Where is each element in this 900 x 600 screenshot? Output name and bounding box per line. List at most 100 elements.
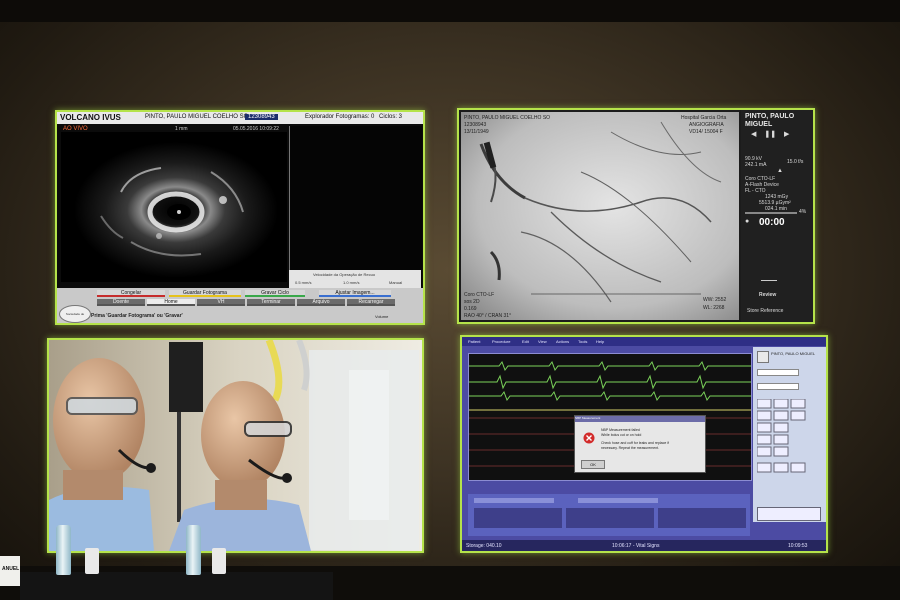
angio-overlay-value: 0.169	[464, 306, 477, 312]
angio-patient-name: PINTO, PAULO MIGUEL	[745, 113, 795, 128]
table-block-2	[566, 508, 654, 528]
angio-dose-bar	[745, 212, 797, 214]
vitals-control-grid	[756, 398, 823, 499]
vital-signs-status: 10:06:17 - Vital Signs	[612, 543, 660, 549]
vitals-setup-select[interactable]	[757, 369, 799, 376]
table-block-3	[658, 508, 746, 528]
ivus-header-bar: VOLCANO IVUS PINTO, PAULO MIGUEL COELHO …	[57, 112, 423, 124]
cup	[85, 548, 99, 574]
angio-overlay-angle: RAO 40° / CRAN 31°	[464, 313, 512, 319]
menu-edit[interactable]: Edit	[522, 339, 529, 344]
ivus-cycles: Ciclos: 3	[379, 114, 403, 120]
vitals-preview-box	[757, 507, 821, 521]
finish-button[interactable]: Terminar	[247, 299, 295, 306]
reload-button[interactable]: Recarregar	[347, 299, 395, 306]
angio-protocol-3: FL - CTO	[745, 188, 766, 194]
store-reference-button[interactable]: Store Reference	[747, 308, 783, 314]
menu-procedure[interactable]: Procedure	[492, 339, 510, 344]
angio-overlay-series: VD14/ 15004 F	[689, 129, 723, 135]
speed-option-1-0[interactable]: 1.0 mm/s	[343, 280, 359, 285]
cardiology-society-logo: Sociedade de Cardiologia	[59, 305, 91, 323]
ivus-control-bar: Congelar Guardar Fotograma Gravar Ciclo …	[57, 288, 423, 323]
review-button[interactable]: Review	[759, 292, 776, 298]
bp-field-2[interactable]	[578, 498, 658, 503]
angiogram-vessels	[461, 112, 739, 320]
vitals-patient-name: PINTO, PAULO MIGUEL	[771, 351, 816, 356]
angiogram-image: PINTO, PAULO MIGUEL COELHO SO 12308943 1…	[461, 112, 739, 320]
vitals-clock: 10:09:53	[788, 543, 808, 549]
angio-overlay-wl: WL: 2268	[703, 305, 725, 311]
angio-overlay-ww: WW: 2552	[703, 297, 727, 303]
record-cycle-button[interactable]: Gravar Ciclo	[245, 290, 305, 297]
menu-actions[interactable]: Actions	[556, 339, 569, 344]
error-icon	[583, 432, 595, 444]
nbp-dialog-line-4: necessary. Repeat the measurement.	[601, 446, 660, 450]
menu-tools[interactable]: Tools	[578, 339, 587, 344]
archive-button[interactable]: Arquivo	[297, 299, 345, 306]
ivus-volume-label: Volume	[375, 314, 389, 319]
storage-status: Storage: 040.10	[466, 543, 502, 549]
patient-avatar	[757, 351, 769, 363]
review-divider	[761, 280, 777, 281]
save-frame-button[interactable]: Guardar Fotograma	[169, 290, 241, 297]
ivus-image-view	[61, 132, 287, 282]
cath-lab-camera-panel	[47, 338, 424, 553]
ceiling	[0, 0, 900, 22]
angio-overlay-birthdate: 13/11/1949	[464, 129, 489, 135]
home-button[interactable]: Home	[147, 299, 195, 306]
speed-option-manual[interactable]: Manual	[389, 280, 402, 285]
angio-ma: 242.1 mA	[745, 162, 767, 168]
vitals-control-select[interactable]	[757, 383, 799, 390]
ivus-prompt-text: Prima 'Guardar Fotograma' ou 'Gravar'	[91, 313, 183, 319]
nbp-dialog-title: NBP Measurement	[575, 416, 705, 422]
warning-icon: ▲	[777, 168, 783, 174]
table-block-1	[474, 508, 562, 528]
nbp-dialog-line-2: While bolus cut or on hold	[601, 433, 642, 437]
ivus-pullback-speed: Velocidade da Operação de Recuo 0.5 mm/s…	[289, 270, 421, 288]
angio-overlay-modality: ANGIOGRAFIA	[689, 122, 724, 128]
menu-patient[interactable]: Patient	[468, 339, 480, 344]
water-bottle	[56, 525, 71, 575]
previous-icon[interactable]: ◀	[751, 131, 756, 138]
cath-lab-video-feed	[49, 340, 422, 551]
pause-icon[interactable]: ❚❚	[764, 131, 776, 138]
vital-signs-panel: Patient Procedure Edit View Actions Tool…	[460, 335, 828, 553]
angio-overlay-hospital: Hospital Garcia Orta	[681, 115, 727, 121]
patient-button[interactable]: Doente	[97, 299, 145, 306]
menu-view[interactable]: View	[538, 339, 547, 344]
vitals-menu-bar: Patient Procedure Edit View Actions Tool…	[462, 337, 826, 346]
nbp-alert-dialog: NBP Measurement NBP Measurement failed W…	[574, 415, 706, 473]
presenter-table	[20, 572, 333, 600]
nbp-ok-button[interactable]: OK	[581, 460, 605, 469]
angio-overlay-patient: PINTO, PAULO MIGUEL COELHO SO	[464, 115, 551, 121]
vitals-measurement-table	[468, 494, 750, 536]
ivus-brand: VOLCANO IVUS	[60, 113, 121, 122]
angio-playback-controls[interactable]: ◀ ❚❚ ▶	[751, 130, 789, 138]
pullback-speed-title: Velocidade da Operação de Recuo	[313, 272, 376, 277]
vitals-status-bar: Storage: 040.10 10:06:17 - Vital Signs 1…	[462, 540, 826, 551]
ivus-console-panel: VOLCANO IVUS PINTO, PAULO MIGUEL COELHO …	[55, 110, 425, 325]
control-button-grid[interactable]	[756, 398, 823, 499]
adjust-image-button[interactable]: Ajustar Imagem...	[319, 290, 391, 297]
vh-button[interactable]: VH	[197, 299, 245, 306]
angio-overlay-id: 12308943	[464, 122, 487, 128]
speed-option-0-5[interactable]: 0.5 mm/s	[295, 280, 311, 285]
ivus-patient-id: 12308943	[245, 114, 278, 120]
angio-timer: 00:00	[759, 217, 785, 228]
angiography-panel: PINTO, PAULO MIGUEL COELHO SO 12308943 1…	[457, 108, 815, 324]
angio-side-panel: PINTO, PAULO MIGUEL ◀ ❚❚ ▶ 90.9 kV 242.1…	[741, 110, 813, 322]
ivus-frame-browser: Explorador Fotogramas: 0	[305, 114, 375, 120]
ivus-patient-name: PINTO, PAULO MIGUEL COELHO SO	[145, 114, 249, 120]
bp-field-1[interactable]	[474, 498, 554, 503]
play-icon[interactable]: ▶	[784, 131, 789, 138]
vitals-right-panel: PINTO, PAULO MIGUEL	[753, 347, 826, 522]
ivus-cross-section-image	[74, 142, 278, 278]
timer-icon: ●	[745, 218, 750, 225]
nbp-dialog-line-1: NBP Measurement failed	[601, 428, 640, 432]
angio-percent: 4%	[799, 209, 807, 215]
menu-help[interactable]: Help	[596, 339, 604, 344]
name-card: ANUEL	[0, 556, 20, 586]
nbp-dialog-line-3: Check hose and cuff for leaks and replac…	[601, 441, 670, 445]
angio-overlay-protocol: Coro CTO-LF	[464, 292, 495, 298]
freeze-button[interactable]: Congelar	[97, 290, 165, 297]
